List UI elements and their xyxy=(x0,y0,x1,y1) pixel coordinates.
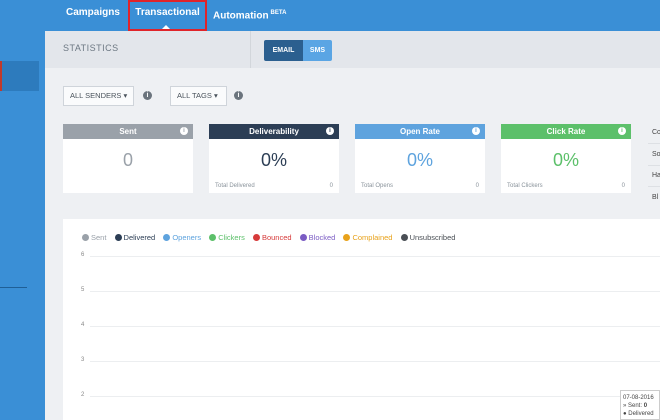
nav-automation-label: Automation xyxy=(213,10,269,22)
info-icon[interactable]: i xyxy=(180,127,188,135)
card-header: Click Rate i xyxy=(501,124,631,139)
tooltip-date: 07-08-2016 xyxy=(623,395,654,401)
sidebar-active-marker xyxy=(0,61,2,91)
stats-header-bar xyxy=(45,31,660,68)
grid-line xyxy=(90,256,660,257)
legend-item-clickers[interactable]: Clickers xyxy=(209,233,245,242)
sidebar-item-active[interactable] xyxy=(0,61,39,91)
side-list-item: Ha xyxy=(652,172,660,179)
legend-item-complained[interactable]: Complained xyxy=(343,233,392,242)
card-footer-value: 0 xyxy=(621,183,625,189)
tags-dropdown[interactable]: ALL TAGS ▾ xyxy=(170,86,227,106)
grid-line xyxy=(90,291,660,292)
card-header: Sent i xyxy=(63,124,193,139)
card-header: Open Rate i xyxy=(355,124,485,139)
card-value: 0% xyxy=(552,150,579,170)
side-list-divider xyxy=(648,165,660,166)
stat-card-open-rate: Open Rate i 0% Total Opens 0 xyxy=(355,124,485,193)
legend-label: Openers xyxy=(172,233,202,242)
legend-dot-icon xyxy=(82,234,89,241)
grid-line xyxy=(90,396,660,397)
info-icon[interactable]: i xyxy=(143,91,152,100)
header-divider xyxy=(250,31,251,68)
legend-dot-icon xyxy=(209,234,217,241)
active-tab-caret xyxy=(162,25,170,29)
legend-item-openers[interactable]: Openers xyxy=(163,233,201,242)
grid-line xyxy=(90,361,660,362)
side-list-divider xyxy=(648,143,660,144)
legend-dot-icon xyxy=(400,234,408,241)
tooltip-sent-value: 0 xyxy=(643,403,648,409)
sidebar-divider xyxy=(0,287,27,288)
legend-label: Blocked xyxy=(308,233,336,242)
grid-line xyxy=(90,326,660,327)
side-list-item: Bl xyxy=(652,194,659,201)
card-footer-label: Total Opens xyxy=(361,183,394,189)
card-title: Click Rate xyxy=(546,127,586,136)
info-icon[interactable]: i xyxy=(472,127,480,135)
nav-campaigns[interactable]: Campaigns xyxy=(66,0,120,31)
card-footer-label: Total Clickers xyxy=(507,183,543,189)
legend-dot-icon xyxy=(343,234,351,241)
senders-dropdown[interactable]: ALL SENDERS ▾ xyxy=(63,86,134,106)
legend-item-delivered[interactable]: Delivered xyxy=(114,233,156,242)
tooltip-sent-label: » Sent: xyxy=(623,403,644,409)
side-list-item: Co xyxy=(652,129,660,136)
card-footer: Total Clickers 0 xyxy=(507,183,625,189)
y-tick-label: 6 xyxy=(81,252,85,258)
legend-label: Sent xyxy=(91,233,107,242)
chart-legend: Sent Delivered Openers Clickers Bounced … xyxy=(82,233,461,242)
card-footer-label: Total Delivered xyxy=(215,183,255,189)
tooltip-sent: » Sent: 0 xyxy=(623,402,657,410)
legend-label: Unsubscribed xyxy=(409,233,456,242)
card-footer: Total Opens 0 xyxy=(361,183,479,189)
card-value: 0% xyxy=(406,150,433,170)
info-icon[interactable]: i xyxy=(234,91,243,100)
card-footer-value: 0 xyxy=(329,183,333,189)
sidebar xyxy=(0,31,45,420)
nav-automation[interactable]: Automation BETA xyxy=(213,0,286,31)
card-title: Sent xyxy=(119,127,137,136)
card-header: Deliverability i xyxy=(209,124,339,139)
app-root: Campaigns Transactional Automation BETA S… xyxy=(0,0,660,420)
legend-item-unsubscribed[interactable]: Unsubscribed xyxy=(400,233,456,242)
legend-label: Delivered xyxy=(123,233,156,242)
legend-dot-icon xyxy=(252,234,260,241)
card-footer: Total Delivered 0 xyxy=(215,183,333,189)
legend-label: Bounced xyxy=(261,233,292,242)
card-title: Deliverability xyxy=(249,127,299,136)
legend-item-blocked[interactable]: Blocked xyxy=(299,233,336,242)
card-value: 0 xyxy=(122,150,133,170)
beta-badge: BETA xyxy=(270,10,287,16)
card-title: Open Rate xyxy=(399,127,440,136)
page-title: STATISTICS xyxy=(63,43,119,53)
stat-card-click-rate: Click Rate i 0% Total Clickers 0 xyxy=(501,124,631,193)
y-tick-label: 2 xyxy=(81,392,85,398)
y-tick-label: 3 xyxy=(81,357,85,363)
chart-tooltip: 07-08-2016 » Sent: 0 ● Delivered xyxy=(620,390,660,420)
y-tick-label: 5 xyxy=(81,287,85,293)
legend-label: Clickers xyxy=(218,233,245,242)
tooltip-delivered: ● Delivered xyxy=(623,411,654,417)
y-tick-label: 4 xyxy=(81,322,85,328)
stat-card-sent: Sent i 0 xyxy=(63,124,193,193)
legend-item-bounced[interactable]: Bounced xyxy=(252,233,292,242)
side-list-divider xyxy=(648,186,660,187)
legend-dot-icon xyxy=(163,234,171,241)
legend-dot-icon xyxy=(299,234,307,241)
card-footer-value: 0 xyxy=(475,183,479,189)
info-icon[interactable]: i xyxy=(618,127,626,135)
info-icon[interactable]: i xyxy=(326,127,334,135)
toggle-email-button[interactable]: EMAIL xyxy=(264,40,303,61)
toggle-sms-button[interactable]: SMS xyxy=(303,40,332,61)
stat-card-deliverability: Deliverability i 0% Total Delivered 0 xyxy=(209,124,339,193)
top-nav: Campaigns Transactional Automation BETA xyxy=(0,0,660,31)
legend-label: Complained xyxy=(352,233,393,242)
card-value: 0% xyxy=(260,150,287,170)
legend-dot-icon xyxy=(114,234,122,241)
side-list-item: So xyxy=(652,151,660,158)
legend-item-sent[interactable]: Sent xyxy=(82,233,106,242)
chart-panel xyxy=(63,219,660,420)
